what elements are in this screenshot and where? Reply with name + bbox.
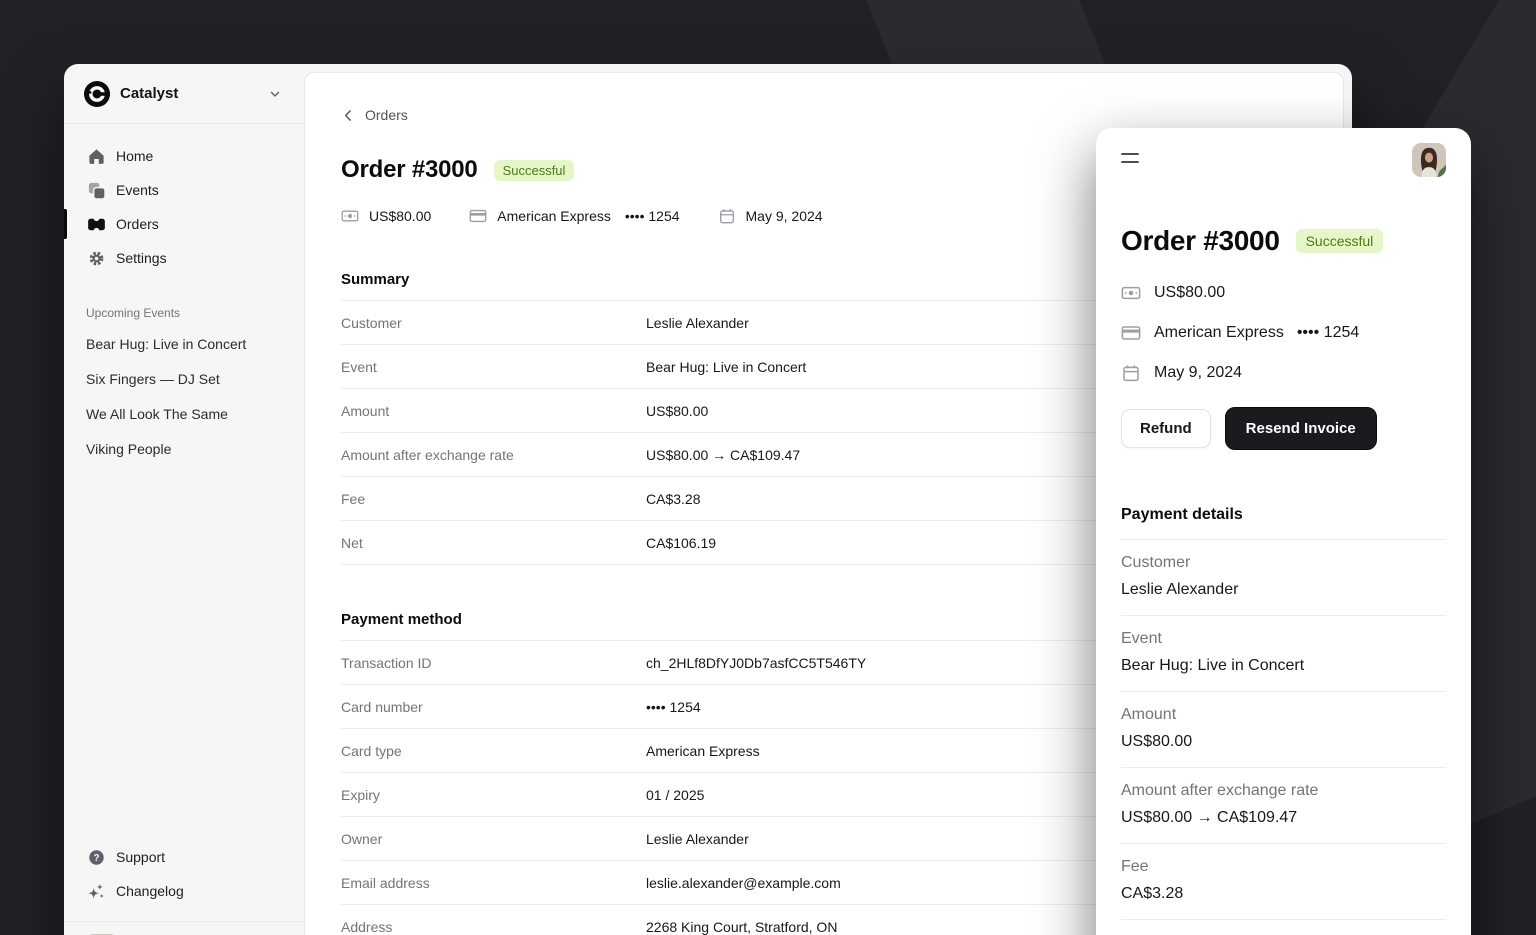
list-item: Amount after exchange rate US$80.00 → CA… xyxy=(1121,768,1446,844)
sidebar-item-label: Home xyxy=(116,148,153,164)
sidebar-item-label: Events xyxy=(116,182,159,198)
order-card: American Express •••• 1254 xyxy=(1121,321,1446,345)
upcoming-event-item[interactable]: Viking People xyxy=(64,433,304,465)
payment-details-heading: Payment details xyxy=(1121,506,1446,540)
calendar-icon xyxy=(718,207,736,225)
upcoming-events-label: Upcoming Events xyxy=(64,306,304,320)
sparkles-icon xyxy=(86,881,106,901)
chevron-down-icon xyxy=(268,87,282,101)
upcoming-event-item[interactable]: Bear Hug: Live in Concert xyxy=(64,328,304,360)
status-badge: Successful xyxy=(494,160,575,181)
list-item: Event Bear Hug: Live in Concert xyxy=(1121,616,1446,692)
card-brand: American Express xyxy=(1154,324,1284,342)
home-icon xyxy=(86,146,106,166)
breadcrumb-label: Orders xyxy=(365,107,408,123)
team-switcher[interactable]: Catalyst xyxy=(64,64,304,124)
order-amount: US$80.00 xyxy=(1121,281,1446,305)
sidebar-item-support[interactable]: ? Support xyxy=(64,841,304,873)
sidebar-item-orders[interactable]: Orders xyxy=(64,208,288,240)
sidebar-footer-nav: ? Support Changelog xyxy=(64,841,304,921)
banknote-icon xyxy=(1121,283,1141,303)
ticket-icon xyxy=(86,214,106,234)
card-brand: American Express xyxy=(497,208,611,224)
events-icon xyxy=(86,180,106,200)
breadcrumb[interactable]: Orders xyxy=(341,107,408,123)
upcoming-event-item[interactable]: Six Fingers — DJ Set xyxy=(64,363,304,395)
list-item: Fee CA$3.28 xyxy=(1121,844,1446,920)
catalyst-logo xyxy=(84,81,110,107)
hamburger-icon[interactable] xyxy=(1121,143,1147,169)
status-badge: Successful xyxy=(1296,229,1384,253)
order-date: May 9, 2024 xyxy=(718,207,823,225)
order-amount: US$80.00 xyxy=(341,207,431,225)
sidebar-item-label: Support xyxy=(116,849,165,865)
order-meta: US$80.00 American Express •••• 1254 May … xyxy=(1121,281,1446,385)
avatar[interactable] xyxy=(1412,143,1446,177)
page-title: Order #3000 xyxy=(1121,225,1280,257)
sidebar-nav: Home Events Orders Settings xyxy=(64,124,304,276)
sidebar-item-events[interactable]: Events xyxy=(64,174,288,206)
calendar-icon xyxy=(1121,363,1141,383)
page-title: Order #3000 xyxy=(341,156,478,184)
mobile-navbar xyxy=(1121,128,1446,179)
card-last4: •••• 1254 xyxy=(1297,324,1359,342)
upcoming-events-list: Bear Hug: Live in Concert Six Fingers — … xyxy=(64,328,304,468)
card-last4: •••• 1254 xyxy=(625,208,680,224)
gear-icon xyxy=(86,248,106,268)
refund-button[interactable]: Refund xyxy=(1121,409,1211,448)
list-item: Amount US$80.00 xyxy=(1121,692,1446,768)
sidebar: Catalyst Home Events xyxy=(64,64,304,935)
sidebar-item-label: Changelog xyxy=(116,883,184,899)
question-circle-icon: ? xyxy=(86,847,106,867)
upcoming-event-item[interactable]: We All Look The Same xyxy=(64,398,304,430)
sidebar-item-home[interactable]: Home xyxy=(64,140,288,172)
order-card: American Express •••• 1254 xyxy=(469,207,679,225)
sidebar-item-settings[interactable]: Settings xyxy=(64,242,288,274)
order-date: May 9, 2024 xyxy=(1121,361,1446,385)
mobile-preview-card: Order #3000 Successful US$80.00 American… xyxy=(1096,128,1471,935)
banknote-icon xyxy=(341,207,359,225)
list-item: Customer Leslie Alexander xyxy=(1121,540,1446,616)
active-nav-indicator xyxy=(64,209,67,239)
credit-card-icon xyxy=(469,207,487,225)
resend-invoice-button[interactable]: Resend Invoice xyxy=(1225,407,1377,450)
chevron-left-icon xyxy=(341,108,356,123)
sidebar-item-changelog[interactable]: Changelog xyxy=(64,875,304,907)
credit-card-icon xyxy=(1121,323,1141,343)
sidebar-item-label: Orders xyxy=(116,216,159,232)
user-menu[interactable]: Erica erica@example.com xyxy=(64,921,304,935)
svg-text:?: ? xyxy=(93,852,99,863)
sidebar-item-label: Settings xyxy=(116,250,167,266)
brand-name: Catalyst xyxy=(120,85,258,102)
